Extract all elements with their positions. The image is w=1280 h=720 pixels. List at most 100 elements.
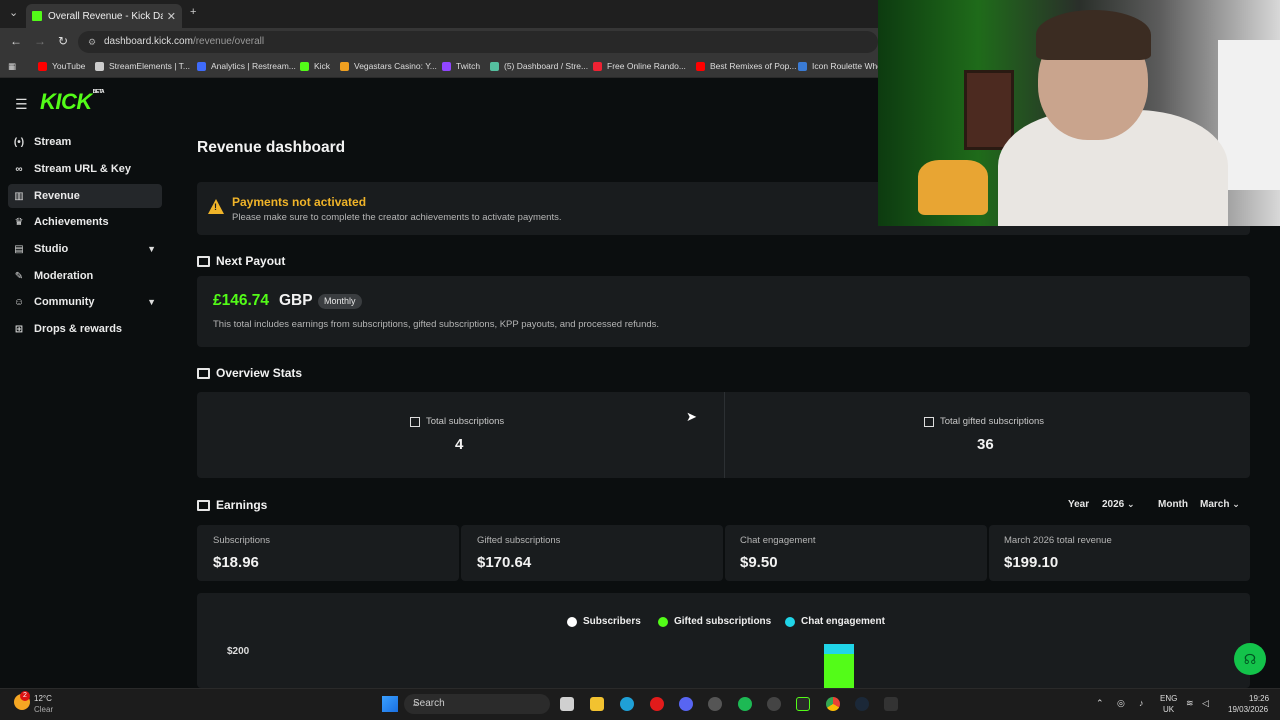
- wrench-icon: ✎: [14, 270, 24, 282]
- bookmark-streamelements[interactable]: StreamElements | T...: [95, 61, 190, 71]
- year-select[interactable]: 2026 ⌄: [1102, 499, 1135, 510]
- vegastars-icon: [340, 61, 349, 71]
- restream-icon: [197, 61, 206, 71]
- sidebar-item-achievements[interactable]: ♛ Achievements: [8, 210, 162, 234]
- opera-icon[interactable]: [650, 697, 664, 711]
- weather-desc: Clear: [34, 705, 54, 714]
- bookmark-label: Icon Roulette Whe: [812, 61, 882, 71]
- reload-icon[interactable]: ↻: [58, 34, 68, 48]
- earnings-label: Gifted subscriptions: [477, 535, 561, 546]
- bookmark-twitch[interactable]: Twitch: [442, 61, 480, 71]
- wallet-icon: [197, 255, 210, 267]
- apps-grid-icon[interactable]: ▦: [8, 61, 16, 72]
- legend-dot: [785, 616, 795, 627]
- speaker-icon[interactable]: ◁: [1202, 698, 1209, 709]
- clock-time[interactable]: 19:26: [1249, 694, 1269, 703]
- terminal-icon[interactable]: [884, 697, 898, 711]
- sidebar-item-stream[interactable]: (•) Stream: [8, 130, 162, 154]
- bookmark-label: YouTube: [52, 61, 86, 71]
- address-input[interactable]: ⚙ dashboard.kick.com/revenue/overall: [78, 31, 878, 53]
- windows-start-icon[interactable]: [382, 696, 398, 712]
- close-tab-icon[interactable]: ✕: [167, 10, 176, 23]
- earnings-chart-card: [197, 593, 1250, 688]
- forward-arrow-icon[interactable]: →: [34, 34, 46, 48]
- earnings-label: March 2026 total revenue: [1004, 535, 1112, 546]
- bookmark-youtube[interactable]: YouTube: [38, 61, 85, 71]
- sidebar-item-stream-url-key[interactable]: ∞ Stream URL & Key: [8, 157, 162, 181]
- chevron-down-icon[interactable]: ▼: [147, 297, 156, 307]
- legend-chat[interactable]: Chat engagement: [785, 616, 885, 627]
- file-explorer-icon[interactable]: [590, 697, 604, 711]
- youtube-icon: [38, 61, 47, 71]
- language-top[interactable]: ENG: [1160, 694, 1177, 703]
- tray-chevron-icon[interactable]: ⌃: [1096, 698, 1104, 709]
- microphone-icon[interactable]: ♪: [1139, 698, 1144, 708]
- total-gifted-value: 36: [977, 436, 994, 453]
- bookmark-icon-roulette[interactable]: Icon Roulette Whe: [798, 61, 882, 71]
- language-bottom[interactable]: UK: [1163, 705, 1174, 714]
- hamburger-menu-icon[interactable]: ☰: [15, 96, 28, 113]
- bookmark-free-online[interactable]: Free Online Rando...: [593, 61, 686, 71]
- new-tab-icon[interactable]: +: [190, 6, 196, 18]
- legend-label: Gifted subscriptions: [674, 616, 772, 627]
- site-info-icon[interactable]: ⚙: [88, 31, 96, 53]
- bookmark-vegastars[interactable]: Vegastars Casino: Y...: [340, 61, 437, 71]
- dashboard-icon: [490, 61, 499, 71]
- kick-app-icon[interactable]: [796, 697, 810, 711]
- year-label: Year: [1068, 499, 1090, 510]
- sidebar-item-community[interactable]: ☺ Community ▼: [8, 290, 162, 314]
- steam-icon[interactable]: [855, 697, 869, 711]
- tray-app-icon[interactable]: ◎: [1117, 698, 1125, 709]
- stats-icon: [197, 367, 210, 379]
- next-payout-card: [197, 276, 1250, 347]
- banner-text: Please make sure to complete the creator…: [232, 212, 562, 223]
- wifi-icon[interactable]: ≋: [1186, 698, 1194, 709]
- logo-text: KICK: [40, 89, 92, 114]
- sidebar-item-moderation[interactable]: ✎ Moderation: [8, 264, 162, 288]
- task-view-icon[interactable]: [560, 697, 574, 711]
- total-subscriptions-label: Total subscriptions: [410, 416, 504, 427]
- month-select[interactable]: March ⌄: [1200, 499, 1240, 510]
- bookmark-best-remixes[interactable]: Best Remixes of Pop...: [696, 61, 796, 71]
- legend-gifted[interactable]: Gifted subscriptions: [658, 616, 771, 627]
- chevron-down-icon[interactable]: ▼: [147, 244, 156, 254]
- legend-subscribers[interactable]: Subscribers: [567, 616, 641, 627]
- chevron-down-icon: ⌄: [1127, 499, 1135, 509]
- windows-taskbar: [0, 688, 1280, 720]
- legend-dot: [567, 616, 577, 627]
- tab-list-icon[interactable]: ⌄: [9, 6, 18, 19]
- banner-title: Payments not activated: [232, 195, 367, 209]
- legend-dot: [658, 616, 668, 627]
- section-title-text: Next Payout: [216, 254, 286, 268]
- sidebar-item-studio[interactable]: ▤ Studio ▼: [8, 237, 162, 261]
- taskbar-search-input[interactable]: ⌕ Search: [404, 694, 550, 714]
- discord-icon[interactable]: [679, 697, 693, 711]
- overview-stats-heading: Overview Stats: [197, 366, 302, 380]
- sidebar-item-drops-rewards[interactable]: ⊞ Drops & rewards: [8, 317, 162, 341]
- spotify-icon[interactable]: [738, 697, 752, 711]
- wall-frame: [964, 70, 1014, 150]
- kick-icon: [300, 61, 309, 71]
- payout-amount: £146.74: [213, 292, 270, 309]
- edge-icon[interactable]: [620, 697, 634, 711]
- sidebar-item-revenue[interactable]: ▥ Revenue: [8, 184, 162, 208]
- obs-icon[interactable]: [767, 697, 781, 711]
- sidebar-item-label: Stream: [34, 136, 72, 148]
- sidebar-item-label: Achievements: [34, 216, 109, 228]
- kick-logo[interactable]: KICKBETA: [40, 89, 105, 115]
- app-icon[interactable]: [708, 697, 722, 711]
- chrome-icon[interactable]: [826, 697, 840, 711]
- chart-icon: ▥: [14, 190, 24, 202]
- users-icon: ☺: [13, 296, 25, 308]
- bar-chart-icon: [924, 416, 934, 427]
- webcam-overlay: [878, 0, 1280, 226]
- tab-title: Overall Revenue - Kick Dashboa: [48, 10, 163, 22]
- bookmark-dashboard[interactable]: (5) Dashboard / Stre...: [490, 61, 588, 71]
- back-arrow-icon[interactable]: ←: [10, 34, 22, 48]
- browser-tab[interactable]: Overall Revenue - Kick Dashboa ✕: [26, 4, 182, 28]
- earnings-card-chat: [725, 525, 987, 581]
- bookmark-kick[interactable]: Kick: [300, 61, 330, 71]
- bookmark-restream[interactable]: Analytics | Restream...: [197, 61, 296, 71]
- support-chat-button[interactable]: ☊: [1234, 643, 1266, 675]
- clock-date[interactable]: 19/03/2026: [1228, 705, 1268, 714]
